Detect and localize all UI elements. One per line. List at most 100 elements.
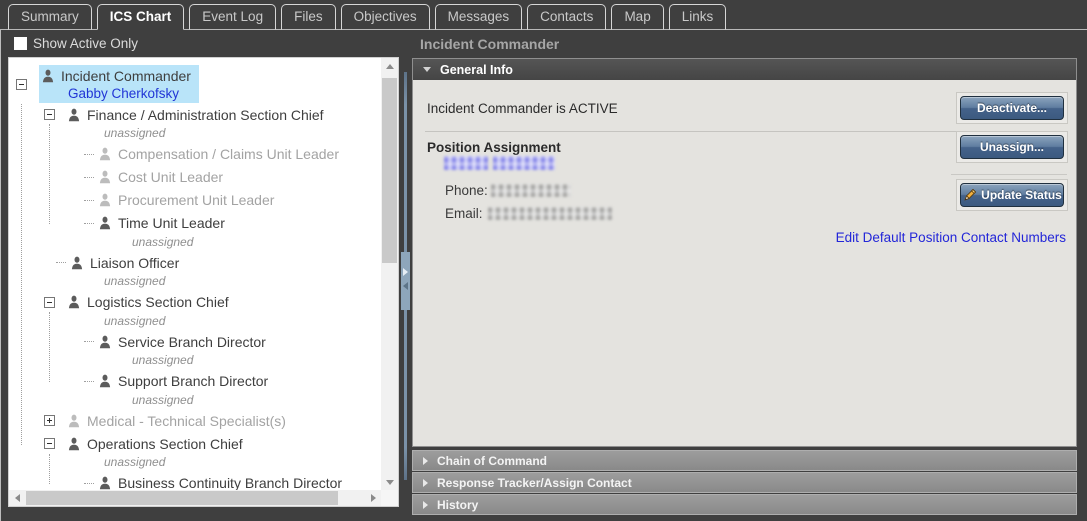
scroll-right-icon[interactable]	[365, 490, 381, 506]
tree-guide-operations	[49, 454, 50, 484]
unassign-button[interactable]: Unassign...	[960, 135, 1064, 159]
collapse-icon[interactable]	[44, 296, 55, 308]
tree-node-sub-status: unassigned	[104, 313, 166, 328]
collapse-icon[interactable]	[16, 78, 27, 90]
scroll-up-icon[interactable]	[381, 58, 398, 74]
tree-node-medical-technical-specialist-s[interactable]: Medical - Technical Specialist(s)	[44, 409, 381, 432]
tab-files[interactable]: Files	[281, 4, 336, 30]
scroll-left-icon[interactable]	[9, 490, 25, 506]
tree-node-sub-status: unassigned	[132, 353, 194, 367]
tree-guide-logistics	[49, 312, 50, 382]
tree-node-operations-section-chief[interactable]: Operations Section Chief	[44, 432, 381, 455]
tree-node-label: Liaison Officer	[90, 254, 180, 271]
tree-node-support-branch-director[interactable]: Support Branch Director	[84, 370, 381, 393]
tab-event-log[interactable]: Event Log	[189, 4, 277, 30]
tab-objectives[interactable]: Objectives	[340, 4, 430, 30]
status-text: Incident Commander is ACTIVE	[427, 101, 618, 116]
splitter-collapse-icon	[403, 282, 408, 290]
tree-node-service-branch-director[interactable]: Service Branch Director	[84, 330, 381, 353]
person-icon	[67, 108, 81, 122]
section-label: Response Tracker/Assign Contact	[437, 475, 632, 490]
collapse-icon[interactable]	[44, 438, 55, 449]
redacted-phone-value	[491, 184, 571, 197]
general-info-header[interactable]: General Info	[413, 59, 1076, 80]
scroll-down-icon[interactable]	[381, 474, 398, 490]
tree-node-compensation-claims-unit-leader[interactable]: Compensation / Claims Unit Leader	[84, 143, 381, 166]
tree-node-incident-commander[interactable]: Incident Commander Gabby Cherkofsky	[16, 65, 381, 103]
show-active-filter: Show Active Only	[14, 36, 138, 51]
tree-node-procurement-unit-leader[interactable]: Procurement Unit Leader	[84, 189, 381, 212]
scrollbar-corner	[381, 490, 398, 506]
assigned-contact-name-link[interactable]	[444, 156, 555, 170]
tree-node-sub-status: unassigned	[104, 274, 166, 288]
tab-bar: Summary ICS Chart Event Log Files Objectives…	[0, 0, 1087, 30]
chevron-right-icon	[423, 500, 428, 509]
tree-guide-root	[21, 104, 22, 445]
section-header-response-tracker-assign-contact[interactable]: Response Tracker/Assign Contact	[412, 472, 1077, 493]
tab-ics-chart[interactable]: ICS Chart	[96, 4, 185, 30]
update-status-button-label: Update Status	[981, 188, 1062, 202]
person-icon	[98, 147, 112, 161]
edit-default-contacts-link[interactable]: Edit Default Position Contact Numbers	[836, 230, 1066, 245]
ics-chart-tree-panel: Incident Commander Gabby Cherkofsky Financ…	[8, 57, 399, 507]
person-icon	[67, 414, 81, 428]
expand-icon[interactable]	[44, 415, 55, 426]
chevron-right-icon	[423, 478, 428, 487]
tree-connector	[84, 222, 94, 224]
person-icon	[41, 69, 55, 83]
tree-connector	[84, 153, 94, 155]
show-active-label: Show Active Only	[33, 36, 139, 51]
tree-node-sub-status: unassigned	[104, 455, 166, 469]
deactivate-button-label: Deactivate...	[976, 101, 1048, 115]
tree-horizontal-scrollbar[interactable]	[9, 490, 381, 506]
email-label: Email:	[445, 206, 483, 221]
tab-links[interactable]: Links	[668, 4, 727, 30]
tree-node-business-continuity-branch-director[interactable]: Business Continuity Branch Director	[84, 472, 381, 490]
splitter-handle[interactable]	[401, 252, 410, 310]
person-icon	[98, 170, 112, 184]
person-icon	[98, 476, 112, 490]
tree-node-label: Compensation / Claims Unit Leader	[118, 146, 339, 162]
tree-guide-finance	[49, 124, 50, 224]
selected-node-highlight[interactable]: Incident Commander Gabby Cherkofsky	[39, 65, 199, 103]
person-icon	[67, 437, 81, 451]
deactivate-button[interactable]: Deactivate...	[960, 96, 1064, 120]
collapse-icon[interactable]	[44, 109, 55, 120]
tree-connector	[84, 482, 94, 484]
tree-node-sub-status: unassigned	[132, 392, 194, 407]
tree-node-assignee: Gabby Cherkofsky	[68, 86, 180, 101]
person-icon	[98, 216, 112, 230]
redacted-first-name	[444, 156, 488, 170]
section-header-chain-of-command[interactable]: Chain of Command	[412, 450, 1077, 471]
tab-map[interactable]: Map	[611, 4, 664, 30]
update-status-button[interactable]: Update Status	[960, 183, 1064, 207]
show-active-checkbox[interactable]	[14, 37, 27, 50]
tree-connector	[56, 262, 66, 263]
redacted-email-value	[488, 207, 612, 220]
horizontal-scroll-thumb[interactable]	[26, 491, 338, 505]
tab-contacts[interactable]: Contacts	[527, 4, 607, 30]
button-divider	[951, 174, 1067, 175]
section-header-history[interactable]: History	[412, 494, 1077, 515]
tree-node-liaison-officer[interactable]: Liaison Officer	[56, 251, 381, 274]
tree-node-label: Incident Commander	[61, 68, 191, 84]
vertical-scroll-thumb[interactable]	[382, 78, 397, 263]
tree-node-logistics-section-chief[interactable]: Logistics Section Chief	[44, 291, 381, 314]
tree-node-time-unit-leader[interactable]: Time Unit Leader	[84, 212, 381, 235]
tree-node-finance-administration-section-chief[interactable]: Finance / Administration Section Chief	[44, 103, 381, 126]
tab-messages[interactable]: Messages	[434, 4, 523, 30]
tree-vertical-scrollbar[interactable]	[381, 58, 398, 490]
tree-node-sub-status: unassigned	[104, 126, 166, 140]
chevron-down-icon	[423, 67, 431, 72]
person-icon	[98, 374, 112, 388]
page-title: Incident Commander	[420, 36, 560, 52]
tree-node-cost-unit-leader[interactable]: Cost Unit Leader	[84, 166, 381, 189]
person-icon	[98, 335, 112, 349]
pencil-icon	[964, 188, 977, 201]
tree-connector	[84, 380, 94, 382]
tree-node-label: Service Branch Director	[118, 333, 266, 350]
tree-node-label: Cost Unit Leader	[118, 169, 224, 185]
tab-summary[interactable]: Summary	[8, 4, 92, 30]
tree-node-sub-status: unassigned	[132, 234, 194, 249]
tree-connector	[84, 176, 94, 178]
